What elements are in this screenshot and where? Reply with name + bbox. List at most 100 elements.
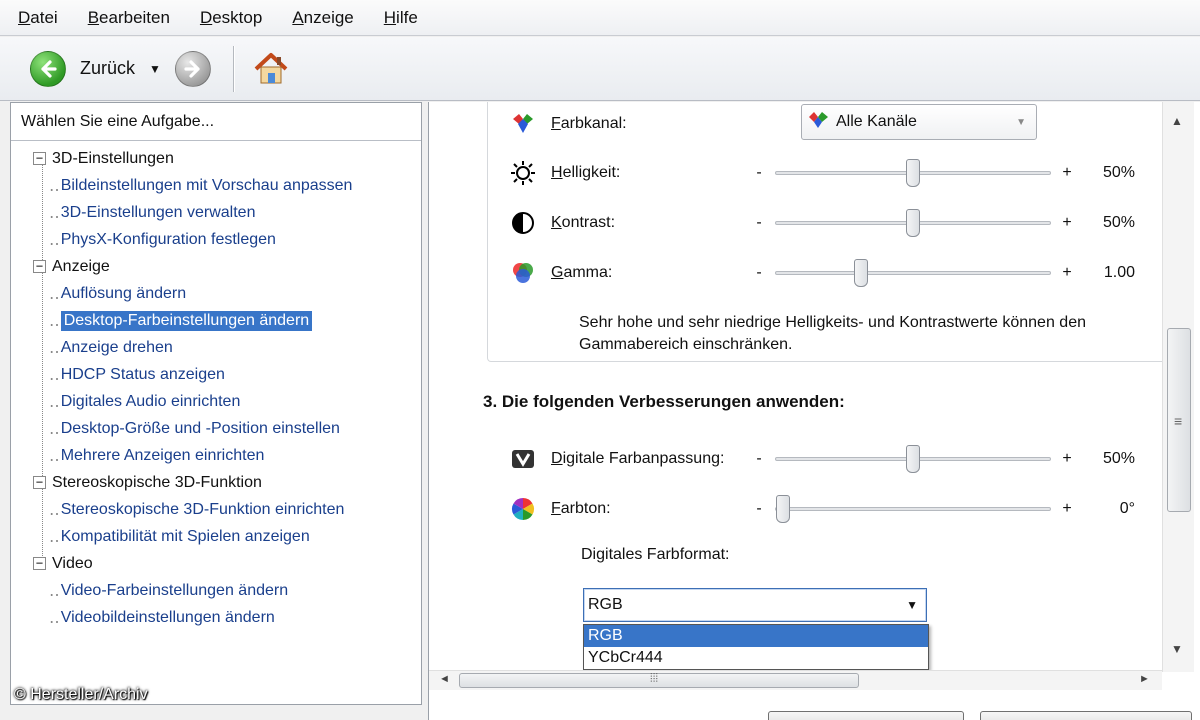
tree-item-label[interactable]: Bildeinstellungen mit Vorschau anpassen	[61, 177, 353, 195]
brightness-slider[interactable]	[775, 159, 1051, 187]
menu-bearbeiten[interactable]: Bearbeiten	[84, 6, 174, 30]
menu-hilfe[interactable]: Hilfe	[380, 6, 422, 30]
digital-vibrance-value: 50%	[1102, 450, 1135, 467]
tree-item-label[interactable]: Auflösung ändern	[61, 285, 186, 303]
digital-vibrance-icon	[509, 445, 537, 473]
tree-category-stereo-3d[interactable]: − Stereoskopische 3D-Funktion	[11, 469, 421, 496]
all-channels-icon	[808, 111, 830, 134]
tree-item[interactable]: ‥ Digitales Audio einrichten	[11, 388, 421, 415]
forward-arrow-icon[interactable]	[174, 50, 211, 87]
tree-item-label[interactable]: Mehrere Anzeigen einrichten	[61, 447, 265, 465]
tree-item[interactable]: ‥ Bildeinstellungen mit Vorschau anpassen	[11, 172, 421, 199]
category-label: Video	[52, 554, 93, 572]
tree-item-label[interactable]: PhysX-Konfiguration festlegen	[61, 231, 276, 249]
tree-category-3d-settings[interactable]: − 3D-Einstellungen	[11, 145, 421, 172]
gamma-slider-thumb[interactable]	[854, 259, 868, 287]
scroll-right-icon[interactable]: ►	[1139, 673, 1150, 685]
history-dropdown-icon[interactable]: ▼	[149, 62, 161, 76]
tree-item-label[interactable]: HDCP Status anzeigen	[61, 366, 225, 384]
tree-category-display[interactable]: − Anzeige	[11, 253, 421, 280]
color-format-option[interactable]: RGB	[584, 625, 928, 647]
contrast-row: Kontrast: - + 50%	[509, 203, 1159, 243]
scroll-down-icon[interactable]: ▼	[1171, 642, 1183, 656]
tree-item[interactable]: ‥ 3D-Einstellungen verwalten	[11, 199, 421, 226]
contrast-slider[interactable]	[775, 209, 1051, 237]
tree-dots: ‥	[49, 177, 60, 195]
gamma-minus[interactable]: -	[751, 264, 767, 282]
menu-datei[interactable]: Datei	[14, 6, 62, 30]
tree-item-label[interactable]: Desktop-Größe und -Position einstellen	[61, 420, 340, 438]
scroll-up-icon[interactable]: ▲	[1171, 114, 1183, 128]
category-label: Stereoskopische 3D-Funktion	[52, 473, 262, 491]
dialog-button[interactable]	[980, 711, 1192, 720]
brightness-slider-thumb[interactable]	[906, 159, 920, 187]
menu-anzeige[interactable]: Anzeige	[288, 6, 357, 30]
tree-item-label[interactable]: Stereoskopische 3D-Funktion einrichten	[61, 501, 345, 519]
tree-item[interactable]: ‥ Desktop-Größe und -Position einstellen	[11, 415, 421, 442]
task-pane-header: Wählen Sie eine Aufgabe...	[11, 103, 421, 141]
contrast-plus[interactable]: +	[1059, 214, 1075, 232]
digital-vibrance-slider-thumb[interactable]	[906, 445, 920, 473]
brightness-minus[interactable]: -	[751, 164, 767, 182]
tree-item[interactable]: ‥ Video-Farbeinstellungen ändern	[11, 577, 421, 604]
brightness-plus[interactable]: +	[1059, 164, 1075, 182]
color-format-option[interactable]: YCbCr444	[584, 647, 928, 669]
tree-dots: ‥	[49, 231, 60, 249]
brightness-value: 50%	[1102, 164, 1135, 181]
tree-item[interactable]: ‥ Videobildeinstellungen ändern	[11, 604, 421, 631]
vertical-scrollbar[interactable]: ▲ ≡ ▼	[1162, 102, 1194, 672]
scroll-left-icon[interactable]: ◄	[439, 673, 450, 685]
tree-dots: ‥	[49, 339, 60, 357]
tree-item-selected[interactable]: ‥ Desktop-Farbeinstellungen ändern	[11, 307, 421, 334]
hue-slider[interactable]	[775, 495, 1051, 523]
dialog-button[interactable]	[768, 711, 964, 720]
contrast-slider-thumb[interactable]	[906, 209, 920, 237]
tree-category-video[interactable]: − Video	[11, 550, 421, 577]
back-arrow-icon[interactable]	[30, 50, 66, 87]
back-button-label[interactable]: Zurück	[80, 58, 135, 79]
vertical-scroll-thumb[interactable]: ≡	[1167, 328, 1191, 512]
contrast-minus[interactable]: -	[751, 214, 767, 232]
brightness-row: Helligkeit: - + 50%	[509, 153, 1159, 193]
hue-minus[interactable]: -	[751, 500, 767, 518]
hue-label: Farbton:	[551, 500, 611, 517]
color-format-select[interactable]: RGB ▼	[583, 588, 927, 622]
tree-item-label[interactable]: Videobildeinstellungen ändern	[61, 609, 275, 627]
gamma-plus[interactable]: +	[1059, 264, 1075, 282]
hue-slider-thumb[interactable]	[776, 495, 790, 523]
color-channel-select[interactable]: Alle Kanäle ▼	[801, 104, 1037, 140]
category-label: Anzeige	[52, 257, 110, 275]
tree-item[interactable]: ‥ HDCP Status anzeigen	[11, 361, 421, 388]
digital-vibrance-minus[interactable]: -	[751, 450, 767, 468]
tree-item[interactable]: ‥ Stereoskopische 3D-Funktion einrichten	[11, 496, 421, 523]
tree-item-label[interactable]: Video-Farbeinstellungen ändern	[61, 582, 288, 600]
digital-vibrance-slider[interactable]	[775, 445, 1051, 473]
hue-value: 0°	[1119, 500, 1135, 517]
tree-item-label[interactable]: Kompatibilität mit Spielen anzeigen	[61, 528, 310, 546]
tree-item[interactable]: ‥ Mehrere Anzeigen einrichten	[11, 442, 421, 469]
collapse-icon[interactable]: −	[33, 476, 46, 489]
hue-plus[interactable]: +	[1059, 500, 1075, 518]
collapse-icon[interactable]: −	[33, 152, 46, 165]
tree-item[interactable]: ‥ PhysX-Konfiguration festlegen	[11, 226, 421, 253]
tree-item[interactable]: ‥ Auflösung ändern	[11, 280, 421, 307]
collapse-icon[interactable]: −	[33, 260, 46, 273]
tree-item-label[interactable]: Desktop-Farbeinstellungen ändern	[60, 310, 313, 331]
contrast-value: 50%	[1102, 214, 1135, 231]
horizontal-scrollbar[interactable]: ◄ ⦙⦙⦙ ►	[429, 670, 1162, 690]
horizontal-scroll-thumb[interactable]: ⦙⦙⦙	[459, 671, 859, 688]
menu-desktop[interactable]: Desktop	[196, 6, 266, 30]
collapse-icon[interactable]: −	[33, 557, 46, 570]
gamma-slider[interactable]	[775, 259, 1051, 287]
tree-dots: ‥	[49, 447, 60, 465]
gamma-range-note: Sehr hohe und sehr niedrige Helligkeits-…	[579, 314, 1086, 353]
tree-item-label[interactable]: Digitales Audio einrichten	[61, 393, 241, 411]
grip-icon: ⦙⦙⦙	[650, 671, 659, 685]
tree-item-label[interactable]: 3D-Einstellungen verwalten	[61, 204, 256, 222]
digital-vibrance-plus[interactable]: +	[1059, 450, 1075, 468]
home-icon[interactable]	[252, 50, 290, 88]
tree-item[interactable]: ‥ Kompatibilität mit Spielen anzeigen	[11, 523, 421, 550]
tree-item-label[interactable]: Anzeige drehen	[61, 339, 173, 357]
tree-item[interactable]: ‥ Anzeige drehen	[11, 334, 421, 361]
tree-dots: ‥	[49, 204, 60, 222]
